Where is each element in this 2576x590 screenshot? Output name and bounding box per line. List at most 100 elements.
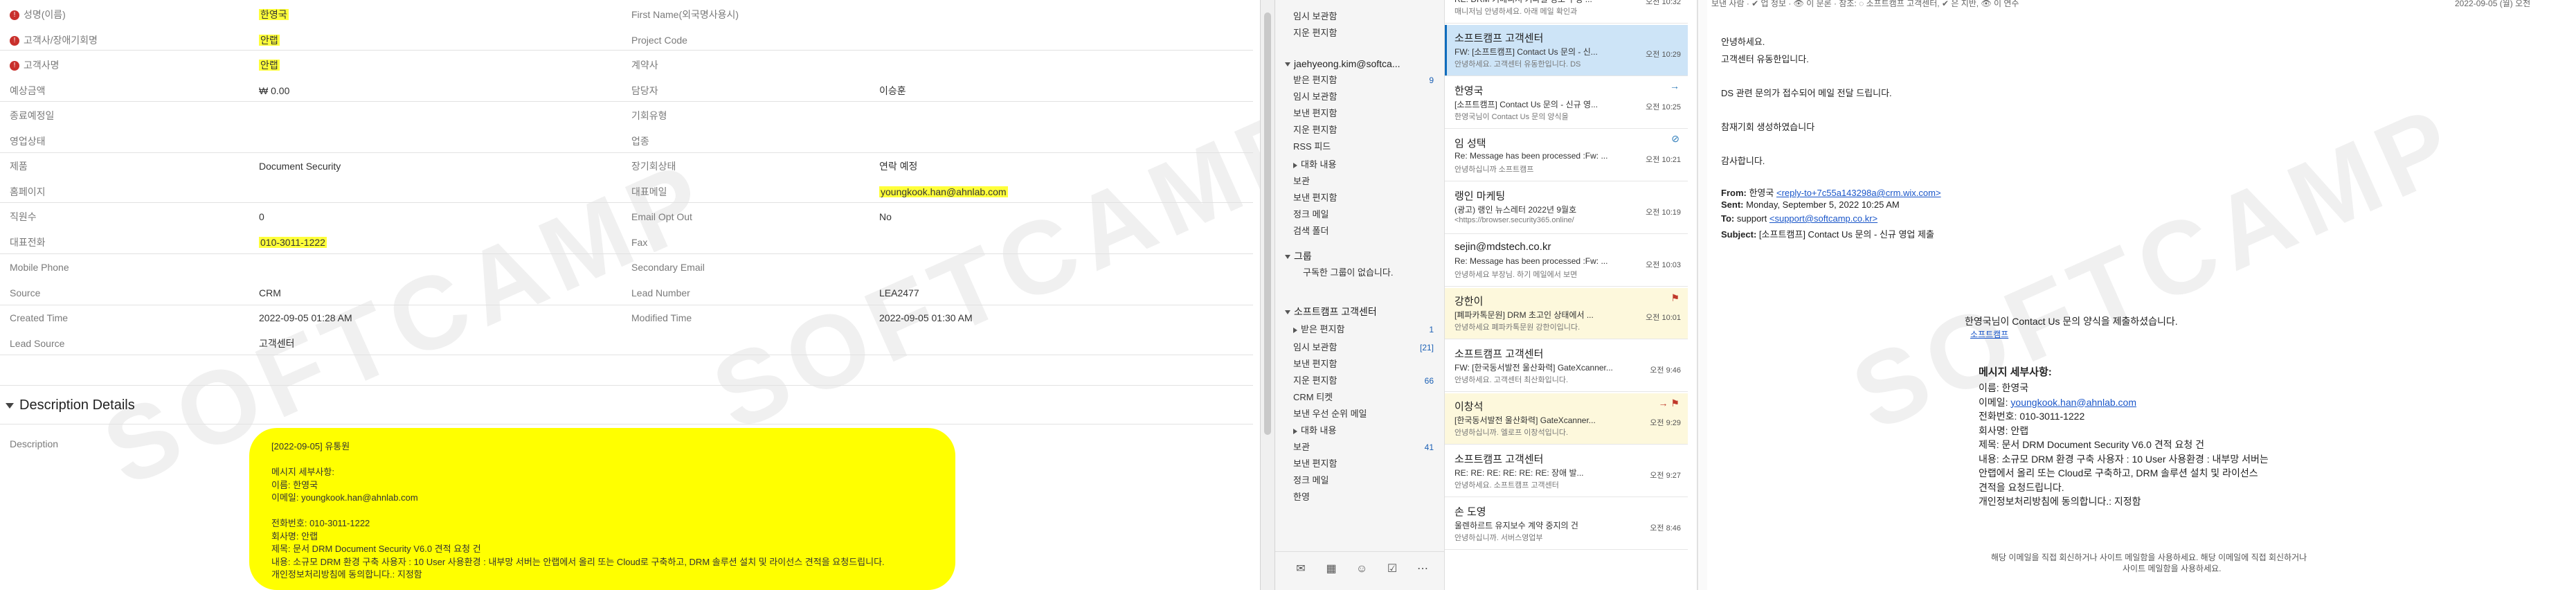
folder-item[interactable]: 받은 편지함 9 bbox=[1275, 72, 1444, 89]
field-value[interactable]: youngkook.han@ahnlab.com bbox=[879, 184, 1008, 199]
unread-count: [21] bbox=[1419, 343, 1434, 352]
folder-item[interactable]: 대화 내용 bbox=[1275, 422, 1444, 439]
message-item[interactable]: 랭인 마케팅 (광고) 랭인 뉴스레터 2022년 9월호 <https://bro… bbox=[1445, 183, 1688, 234]
chevron-right-icon[interactable] bbox=[1293, 327, 1297, 333]
folder-item[interactable]: 정크 메일 bbox=[1275, 206, 1444, 223]
flag-icon[interactable]: → ⚑ bbox=[1659, 397, 1679, 409]
folder-label: 소프트캠프 고객센터 bbox=[1294, 306, 1377, 317]
field-value-text: LEA2477 bbox=[879, 287, 919, 298]
field-value-text: ₩ 0.00 bbox=[259, 84, 290, 96]
folder-item[interactable]: 정크 메일 bbox=[1275, 472, 1444, 489]
navigation-bar: ✉ ▦ ☺ ☑ ⋯ bbox=[1275, 551, 1444, 590]
field-label: Created Time bbox=[10, 310, 68, 325]
detail-email-link[interactable]: youngkook.han@ahnlab.com bbox=[2010, 397, 2136, 408]
field-value[interactable]: 고객센터 bbox=[259, 336, 295, 351]
folder-item[interactable]: 구독한 그룹이 없습니다. bbox=[1275, 265, 1444, 281]
field-value[interactable]: No bbox=[879, 209, 892, 224]
folder-item[interactable]: CRM 티켓 bbox=[1275, 389, 1444, 406]
field-value[interactable]: 안랩 bbox=[259, 33, 280, 48]
folder-label: 검색 폴더 bbox=[1293, 226, 1329, 236]
field-value[interactable]: CRM bbox=[259, 285, 281, 301]
form-intro-link[interactable]: 소프트캠프 bbox=[1970, 328, 2008, 340]
chevron-right-icon[interactable] bbox=[1293, 428, 1297, 434]
field-value[interactable]: ₩ 0.00 bbox=[259, 83, 289, 98]
message-item[interactable]: sejin@mdstech.co.kr Re: Message has been … bbox=[1445, 235, 1688, 287]
folder-item[interactable]: 보낸 우선 순위 메일 bbox=[1275, 406, 1444, 422]
message-item[interactable]: 소프트캠프 고객센터 FW: [소프트캠프] Contact Us 문의 - 신.… bbox=[1445, 25, 1688, 76]
folder-item[interactable]: 보낸 편지함 bbox=[1275, 356, 1444, 373]
message-list-scrollbar[interactable] bbox=[1697, 0, 1707, 590]
detail-line: 회사명: 안랩 bbox=[1979, 424, 2028, 438]
folder-item[interactable]: 대화 내용 bbox=[1275, 157, 1444, 173]
chevron-down-icon[interactable] bbox=[1285, 62, 1290, 67]
mail-icon[interactable]: ✉ bbox=[1293, 562, 1308, 577]
scrollbar-thumb[interactable] bbox=[1264, 12, 1271, 435]
field-value[interactable]: 2022-09-05 01:30 AM bbox=[879, 310, 973, 325]
flag-icon[interactable]: ⚑ bbox=[1670, 292, 1679, 304]
folder-item[interactable]: 그룹 bbox=[1275, 248, 1444, 265]
folder-item[interactable]: 보관 41 bbox=[1275, 439, 1444, 456]
folder-item[interactable]: 지운 편지함 bbox=[1275, 25, 1444, 42]
calendar-icon[interactable]: ▦ bbox=[1324, 562, 1339, 577]
tasks-icon[interactable]: ☑ bbox=[1385, 562, 1400, 577]
folder-item[interactable]: 임시 보관함 bbox=[1275, 89, 1444, 105]
folder-item[interactable]: 보낸 편지함 bbox=[1275, 190, 1444, 206]
fwd-from-email-link[interactable]: <reply-to+7c55a143298a@crm.wix.com> bbox=[1776, 188, 1941, 198]
field-value-text: 이승훈 bbox=[879, 84, 906, 96]
message-sender: sejin@mdstech.co.kr bbox=[1454, 241, 1551, 253]
message-item[interactable]: 이창석 [한국동서발전 울산화력] GateXcanner... 안녕하십니까. 엘… bbox=[1445, 393, 1688, 445]
message-preview: 안녕하십니까. 서버스영업부 bbox=[1454, 534, 1543, 542]
field-label: Project Code bbox=[631, 34, 687, 46]
folder-label: 보낸 편지함 bbox=[1293, 458, 1337, 469]
folder-item[interactable]: 보관 bbox=[1275, 173, 1444, 190]
panel-scrollbar[interactable] bbox=[1260, 0, 1275, 590]
folder-item[interactable]: 보낸 편지함 bbox=[1275, 105, 1444, 122]
message-item[interactable]: 한영국 [소프트캠프] Contact Us 문의 - 신규 영... 한영국님이 … bbox=[1445, 78, 1688, 129]
field-value[interactable]: Document Security bbox=[259, 159, 341, 174]
field-value[interactable]: 0 bbox=[259, 209, 264, 224]
field-value[interactable]: 010-3011-1222 bbox=[259, 235, 327, 250]
message-subject: FW: [소프트캠프] Contact Us 문의 - 신... bbox=[1454, 47, 1598, 57]
reading-pane: SOFTCAMP 보낸 사람 · ✔ 업 정보 · 👁 이 문론 · 참조: ◌… bbox=[1707, 0, 2576, 590]
folder-item[interactable]: jaehyeong.kim@softca... bbox=[1275, 55, 1444, 72]
message-item[interactable]: 손 도영 울렌하르트 유지보수 계약 중지의 건 안녕하십니까. 서버스영업부 오전 … bbox=[1445, 499, 1688, 550]
fwd-to-email-link[interactable]: <support@softcamp.co.kr> bbox=[1769, 213, 1877, 224]
more-icon[interactable]: ⋯ bbox=[1415, 562, 1430, 577]
message-item[interactable]: 소프트캠프 고객센터 RE: RE: RE: RE: RE: RE: 장애 발..… bbox=[1445, 446, 1688, 497]
folder-item[interactable]: 지운 편지함 bbox=[1275, 122, 1444, 138]
section-title-description[interactable]: Description Details bbox=[6, 397, 135, 413]
message-item[interactable]: 임 성택 Re: Message has been processed :Fw: … bbox=[1445, 130, 1688, 181]
field-value-text: 2022-09-05 01:28 AM bbox=[259, 312, 352, 323]
body-line: 참재기회 생성하였습니다 bbox=[1721, 121, 1815, 132]
field-value[interactable]: 2022-09-05 01:28 AM bbox=[259, 310, 352, 325]
folder-item[interactable]: 보낸 편지함 bbox=[1275, 456, 1444, 472]
message-item[interactable]: 강한이 [폐파카톡문원] DRM 초고인 상태에서 ... 안녕하세요 폐파카톡문원… bbox=[1445, 288, 1688, 339]
folder-item[interactable]: 임시 보관함 [21] bbox=[1275, 339, 1444, 356]
message-item[interactable]: 이치국 직원RE: DRM 키메니저 키파일 경로 수정 ...매니저님 안녕하… bbox=[1445, 0, 1688, 24]
folder-item[interactable]: RSS 피드 bbox=[1275, 138, 1444, 155]
message-item[interactable]: 소프트캠프 고객센터 FW: [한국동서발전 울산화력] GateXcanner.… bbox=[1445, 341, 1688, 392]
field-value-text: 한영국 bbox=[259, 9, 289, 20]
folder-item[interactable]: 한영 bbox=[1275, 489, 1444, 506]
folder-item[interactable]: 지운 편지함 66 bbox=[1275, 373, 1444, 389]
folder-item[interactable]: 받은 편지함 1 bbox=[1275, 321, 1444, 338]
folder-item[interactable]: 검색 폴더 bbox=[1275, 223, 1444, 240]
collapse-caret-icon[interactable] bbox=[6, 402, 14, 409]
chevron-right-icon[interactable] bbox=[1293, 162, 1297, 168]
chevron-down-icon[interactable] bbox=[1285, 255, 1290, 260]
field-value[interactable]: 안랩 bbox=[259, 57, 280, 73]
field-value[interactable]: 이승훈 bbox=[879, 83, 906, 98]
selection-bar bbox=[1445, 25, 1447, 75]
message-time: 오전 9:29 bbox=[1650, 419, 1681, 427]
field-value[interactable]: LEA2477 bbox=[879, 285, 919, 301]
field-value-text: 010-3011-1222 bbox=[259, 236, 327, 248]
status-icon[interactable]: ⊘ bbox=[1671, 133, 1679, 145]
folder-item[interactable]: 임시 보관함 bbox=[1275, 8, 1444, 25]
status-icon[interactable]: → bbox=[1670, 80, 1679, 91]
field-value[interactable]: 한영국 bbox=[259, 7, 289, 22]
folder-item[interactable]: 소프트캠프 고객센터 bbox=[1275, 303, 1444, 320]
field-value[interactable]: 연락 예정 bbox=[879, 159, 917, 174]
chevron-down-icon[interactable] bbox=[1285, 310, 1290, 315]
field-label: 제품 bbox=[10, 159, 28, 174]
people-icon[interactable]: ☺ bbox=[1354, 562, 1369, 577]
